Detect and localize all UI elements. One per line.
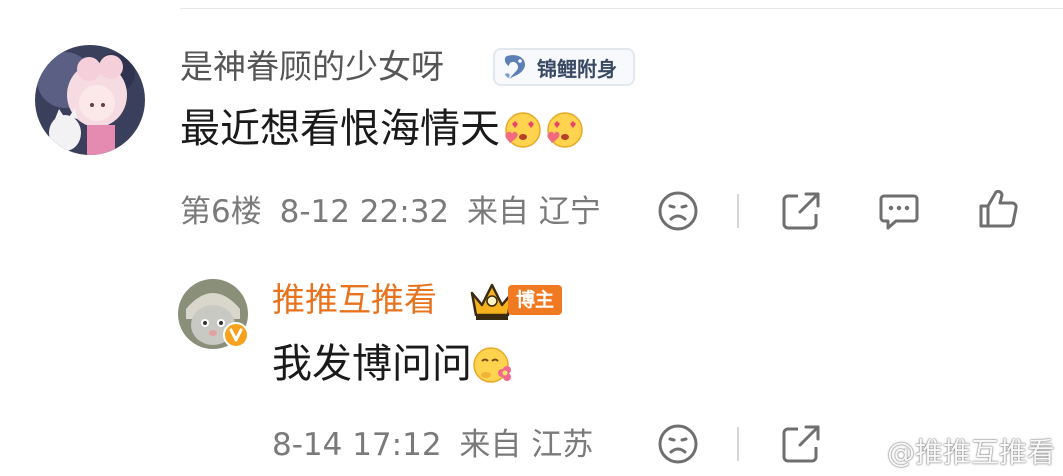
reply-button[interactable] xyxy=(876,188,922,234)
commenter-username[interactable]: 是神眷顾的少女呀 xyxy=(180,47,444,87)
action-divider xyxy=(737,194,739,228)
watermark-text: @推推互推看 xyxy=(886,436,1055,469)
comment-icon xyxy=(879,194,919,230)
reply-location: 来自 江苏 xyxy=(459,427,594,463)
sad-face-icon xyxy=(658,191,698,231)
share-icon xyxy=(782,425,820,463)
share-icon xyxy=(782,192,820,230)
flower-hug-emoji xyxy=(473,347,511,383)
reply-dislike-button[interactable] xyxy=(655,421,701,467)
top-divider xyxy=(180,8,1063,9)
reply-share-button[interactable] xyxy=(778,421,824,467)
reply-text: 我发博问问 xyxy=(272,341,472,387)
reply-meta: 8-14 17:12 来自 江苏 xyxy=(272,425,593,465)
blogger-badge[interactable]: 博主 xyxy=(468,279,568,321)
action-divider xyxy=(737,427,739,461)
weibo-logo-icon xyxy=(849,441,882,467)
comment-text: 最近想看恨海情天 xyxy=(180,106,500,152)
dislike-button[interactable] xyxy=(655,188,701,234)
comment-datetime: 8-12 22:32 xyxy=(279,194,450,230)
heart-eyes-emoji xyxy=(505,112,541,148)
replier-username[interactable]: 推推互推看 xyxy=(272,280,437,320)
like-button[interactable] xyxy=(975,186,1021,232)
watermark: @推推互推看 xyxy=(849,436,1055,470)
reply-body: 我发博问问 xyxy=(272,339,514,389)
koi-badge-label: 锦鲤附身 xyxy=(537,56,617,81)
heart-eyes-emoji xyxy=(547,112,583,148)
like-icon xyxy=(979,189,1018,228)
sad-face-icon xyxy=(658,424,698,464)
koi-badge[interactable]: 锦鲤附身 xyxy=(493,48,635,86)
floor-number: 第6楼 xyxy=(180,194,262,230)
blogger-badge-label: 博主 xyxy=(508,285,563,315)
koi-fish-icon xyxy=(504,55,526,80)
commenter-avatar[interactable] xyxy=(35,45,145,155)
comment-location: 来自 辽宁 xyxy=(467,194,601,230)
comment-body: 最近想看恨海情天 xyxy=(180,104,586,154)
share-button[interactable] xyxy=(778,188,824,234)
reply-datetime: 8-14 17:12 xyxy=(272,427,442,463)
comment-meta: 第6楼 8-12 22:32 来自 辽宁 xyxy=(180,192,601,232)
verified-v-icon xyxy=(223,322,249,348)
